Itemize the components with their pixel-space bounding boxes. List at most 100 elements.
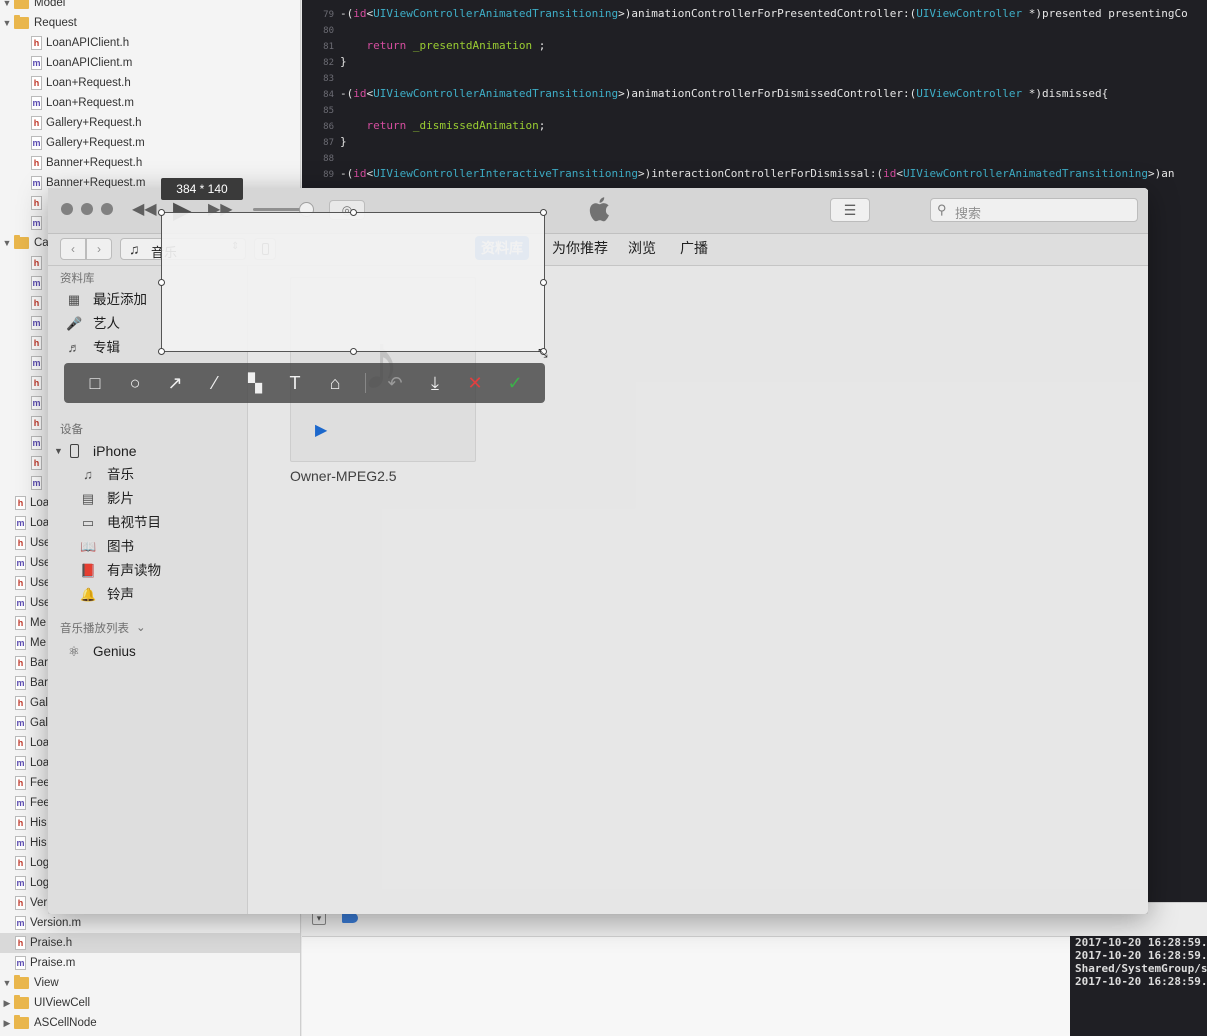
search-field[interactable]: ⚲ 搜索	[930, 198, 1138, 222]
header-file-icon: h	[15, 496, 26, 510]
navigator-label: Loan+Request.h	[46, 77, 131, 89]
code-line[interactable]: 84 -(id<UIViewControllerAnimatedTransitio…	[302, 86, 1108, 102]
navigator-label: Log	[30, 857, 50, 869]
sidebar-item-label: 图书	[107, 539, 134, 554]
navigator-file[interactable]: m Loan+Request.m	[0, 93, 300, 113]
download-icon[interactable]: ⤓	[415, 363, 455, 403]
code-line[interactable]: 86 return _dismissedAnimation;	[302, 118, 545, 134]
tab-2[interactable]: 浏览	[622, 236, 662, 260]
implementation-file-icon: m	[15, 636, 26, 650]
resize-handle-w[interactable]	[158, 279, 165, 286]
disclosure-open-icon[interactable]: ▼	[2, 973, 12, 993]
code-token: id	[883, 167, 897, 180]
navigator-group[interactable]: ▼ View	[0, 973, 300, 993]
playlists-header[interactable]: 音乐播放列表	[60, 620, 129, 636]
navigator-group[interactable]: ▶ ASCellNode	[0, 1013, 300, 1033]
navigator-file[interactable]: h LoanAPIClient.h	[0, 33, 300, 53]
resize-handle-s[interactable]	[350, 348, 357, 355]
line-number: 87	[323, 138, 334, 148]
console-line: 2017-10-20 16:28:59.	[1075, 936, 1207, 949]
implementation-file-icon: m	[31, 476, 42, 490]
navigator-file[interactable]: m Version.m	[0, 913, 300, 933]
disclosure-open-icon[interactable]: ▼	[54, 439, 63, 463]
sidebar-item-movies[interactable]: ▤ 影片	[80, 487, 238, 511]
navigator-label: Praise.m	[30, 957, 76, 969]
capture-selection[interactable]	[158, 209, 547, 355]
sidebar-item-tv-shows[interactable]: ▭ 电视节目	[80, 511, 238, 535]
code-line[interactable]: 88	[302, 150, 340, 166]
confirm-icon[interactable]: ✓	[495, 363, 535, 403]
tab-1[interactable]: 为你推荐	[546, 236, 614, 260]
back-button[interactable]: ‹	[60, 238, 86, 260]
navigator-file[interactable]: m Gallery+Request.m	[0, 133, 300, 153]
close-window-button[interactable]	[61, 203, 73, 215]
resize-handle-nw[interactable]	[158, 209, 165, 216]
text-tool-icon[interactable]: T	[275, 363, 315, 403]
list-view-icon[interactable]: ☰	[830, 198, 870, 222]
resize-handle-e[interactable]	[540, 279, 547, 286]
navigator-file[interactable]: h Praise.h	[0, 933, 300, 953]
code-line[interactable]: 79 -(id<UIViewControllerAnimatedTransitio…	[302, 6, 1188, 22]
resize-handle-ne[interactable]	[540, 209, 547, 216]
resize-handle-n[interactable]	[350, 209, 357, 216]
rectangle-tool-icon[interactable]: □	[75, 363, 115, 403]
code-editor[interactable]: 79 -(id<UIViewControllerAnimatedTransitio…	[302, 0, 1207, 190]
album-play-icon[interactable]: ▶	[315, 420, 327, 440]
arrow-tool-icon[interactable]: ↗	[155, 363, 195, 403]
header-file-icon: h	[31, 156, 42, 170]
code-line[interactable]: 85	[302, 102, 340, 118]
navigator-file[interactable]: h Banner+Request.h	[0, 153, 300, 173]
implementation-file-icon: m	[31, 436, 42, 450]
code-line[interactable]: 87}	[302, 134, 346, 150]
disclosure-open-icon[interactable]: ▼	[2, 0, 12, 13]
minimize-window-button[interactable]	[81, 203, 93, 215]
mosaic-tool-icon[interactable]: ▚	[235, 363, 275, 403]
forward-button[interactable]: ›	[86, 238, 112, 260]
ellipse-tool-icon[interactable]: ○	[115, 363, 155, 403]
sidebar-item-music[interactable]: ♫ 音乐	[80, 463, 238, 487]
navigator-file[interactable]: m LoanAPIClient.m	[0, 53, 300, 73]
pen-tool-icon[interactable]: ⁄	[195, 363, 235, 403]
navigator-group[interactable]: ▼ Request	[0, 13, 300, 33]
sidebar-item-genius[interactable]: ⚛ Genius	[66, 640, 236, 664]
navigator-file[interactable]: m Praise.m	[0, 953, 300, 973]
sidebar-item-audiobooks[interactable]: 📕 有声读物	[80, 559, 238, 583]
sidebar-device-iphone[interactable]: ▼ iPhone	[54, 439, 234, 463]
navigator-file[interactable]: h Gallery+Request.h	[0, 113, 300, 133]
chevron-down-icon[interactable]: ⌄	[136, 620, 146, 634]
navigator-file[interactable]: h Loan+Request.h	[0, 73, 300, 93]
disclosure-closed-icon[interactable]: ▶	[2, 1013, 12, 1033]
disclosure-closed-icon[interactable]: ▶	[2, 993, 12, 1013]
code-token: >)an	[1148, 167, 1175, 180]
rewind-icon[interactable]: ◀◀	[132, 199, 157, 219]
code-line[interactable]: 89 -(id<UIViewControllerInteractiveTransi…	[302, 166, 1175, 182]
code-line[interactable]: 81 return _presentdAnimation ;	[302, 38, 545, 54]
sidebar-item-tones[interactable]: 🔔 铃声	[80, 583, 238, 607]
tv-icon: ▭	[81, 515, 95, 530]
header-file-icon: h	[15, 736, 26, 750]
sidebar-item-books[interactable]: 📖 图书	[80, 535, 238, 559]
console-line: 2017-10-20 16:28:59.	[1075, 975, 1207, 988]
header-file-icon: h	[15, 936, 26, 950]
folder-icon	[14, 995, 29, 1009]
code-line[interactable]: 82}	[302, 54, 346, 70]
album-title[interactable]: Owner-MPEG2.5	[290, 468, 397, 484]
tab-3[interactable]: 广播	[674, 236, 714, 260]
code-token: return	[366, 119, 407, 132]
header-file-icon: h	[15, 816, 26, 830]
code-line[interactable]: 83	[302, 70, 340, 86]
undo-icon[interactable]: ↶	[375, 363, 415, 403]
zoom-window-button[interactable]	[101, 203, 113, 215]
disclosure-open-icon[interactable]: ▼	[2, 233, 12, 253]
resize-handle-sw[interactable]	[158, 348, 165, 355]
breakpoint-icon[interactable]	[342, 913, 358, 923]
disclosure-open-icon[interactable]: ▼	[2, 13, 12, 33]
cancel-icon[interactable]: ✕	[455, 363, 495, 403]
implementation-file-icon: m	[31, 316, 42, 330]
navigator-group[interactable]: ▼ Model	[0, 0, 300, 13]
navigator-label: Bar	[30, 677, 48, 689]
code-line[interactable]: 80	[302, 22, 340, 38]
toolbar-divider	[365, 373, 366, 393]
tag-tool-icon[interactable]: ⌂	[315, 363, 355, 403]
navigator-group[interactable]: ▶ UIViewCell	[0, 993, 300, 1013]
